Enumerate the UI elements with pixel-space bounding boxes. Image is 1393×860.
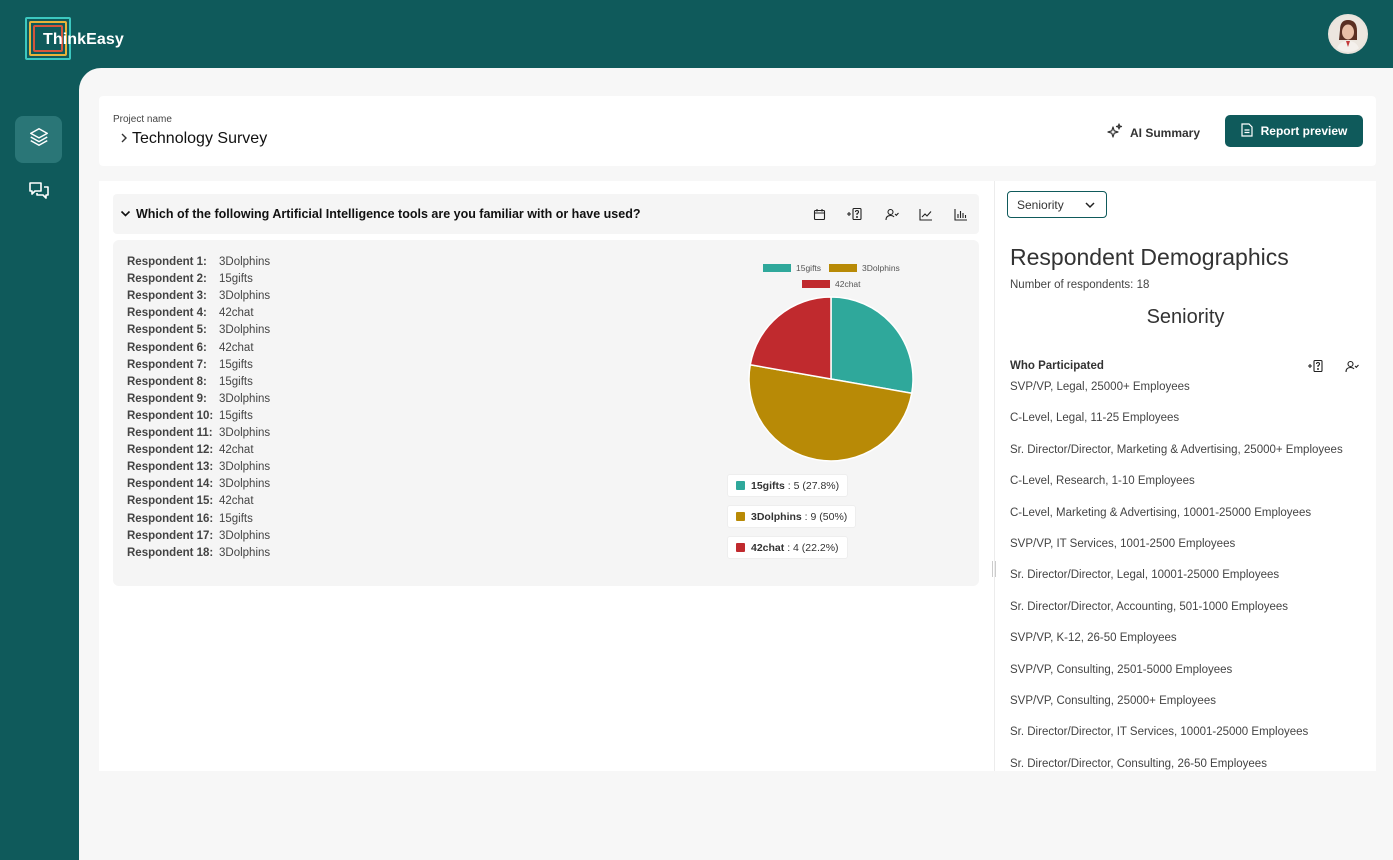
pie-chart bbox=[748, 296, 914, 462]
participant-item: C-Level, Research, 1-10 Employees bbox=[1010, 475, 1195, 488]
ai-summary-button[interactable]: AI Summary bbox=[1107, 123, 1200, 142]
data-label-name: 15gifts bbox=[751, 479, 785, 492]
question-content: Which of the following Artificial Intell… bbox=[99, 181, 1376, 771]
data-label-name: 42chat bbox=[751, 541, 785, 554]
data-label-value: : 5 (27.8%) bbox=[784, 479, 840, 492]
demographic-select[interactable]: Seniority bbox=[1007, 191, 1107, 218]
report-preview-button[interactable]: Report preview bbox=[1225, 115, 1363, 147]
data-label-name: 3Dolphins bbox=[751, 510, 802, 523]
legend-swatch bbox=[763, 264, 791, 272]
participant-item: SVP/VP, Legal, 25000+ Employees bbox=[1010, 381, 1190, 393]
calendar-icon[interactable] bbox=[811, 206, 827, 222]
resize-handle[interactable] bbox=[992, 561, 996, 577]
layers-icon bbox=[28, 126, 50, 153]
chat-icon bbox=[27, 179, 51, 208]
participant-item: SVP/VP, Consulting, 2501-5000 Employees bbox=[1010, 663, 1233, 676]
sidebar-item-projects[interactable] bbox=[15, 116, 62, 163]
project-label: Project name bbox=[113, 114, 172, 125]
add-question-icon[interactable] bbox=[846, 206, 862, 222]
participant-item: Sr. Director/Director, IT Services, 1000… bbox=[1010, 726, 1309, 739]
sparkles-icon bbox=[1107, 123, 1123, 142]
data-label-swatch bbox=[736, 543, 745, 552]
participant-item: Sr. Director/Director, Marketing & Adver… bbox=[1010, 443, 1343, 456]
participant-item: SVP/VP, Consulting, 25000+ Employees bbox=[1010, 694, 1216, 707]
data-label-value: : 4 (22.2%) bbox=[784, 541, 839, 554]
ai-summary-label: AI Summary bbox=[1130, 125, 1201, 140]
data-label-3dolphins: 3Dolphins : 9 (50%) bbox=[727, 505, 857, 528]
pie-slice-42chat[interactable] bbox=[749, 296, 832, 380]
legend-swatch bbox=[802, 280, 830, 288]
legend-item-15gifts: 15gifts bbox=[763, 263, 821, 273]
data-label-swatch bbox=[736, 512, 745, 521]
participant-item: Sr. Director/Director, Legal, 10001-2500… bbox=[1010, 569, 1280, 582]
who-participated-label: Who Participated bbox=[1010, 360, 1104, 372]
data-label-swatch bbox=[736, 481, 745, 490]
data-label-value: : 9 (50%) bbox=[801, 510, 848, 523]
legend-label: 15gifts bbox=[796, 263, 822, 273]
participant-item: Sr. Director/Director, Consulting, 26-50… bbox=[1010, 757, 1267, 770]
demographics-title: Respondent Demographics bbox=[1010, 244, 1289, 270]
document-icon bbox=[1241, 122, 1253, 140]
data-label-15gifts: 15gifts : 5 (27.8%) bbox=[727, 474, 849, 497]
respondent-count: Number of respondents: 18 bbox=[1010, 279, 1150, 291]
demographics-subtitle: Seniority bbox=[1146, 306, 1225, 328]
legend-item-42chat: 42chat bbox=[802, 279, 861, 289]
chevron-down-icon bbox=[1084, 199, 1096, 214]
question-header[interactable]: Which of the following Artificial Intell… bbox=[113, 194, 979, 234]
legend-label: 3Dolphins bbox=[862, 263, 900, 273]
select-value: Seniority bbox=[1017, 197, 1064, 212]
chevron-down-icon[interactable] bbox=[120, 206, 131, 224]
user-check-icon[interactable] bbox=[884, 206, 900, 222]
participant-list[interactable]: SVP/VP, Legal, 25000+ Employees C-Level, … bbox=[1010, 381, 1375, 771]
avatar[interactable] bbox=[1328, 14, 1368, 54]
bar-chart-icon[interactable] bbox=[953, 206, 969, 222]
project-header: Project name Technology Survey AI Summar… bbox=[99, 96, 1376, 166]
chevron-right-icon[interactable] bbox=[120, 131, 128, 146]
responses-panel: Respondent 1: 3Dolphins Respondent 2: 15gif… bbox=[113, 240, 979, 586]
pie-slice-15gifts[interactable] bbox=[830, 296, 914, 395]
sidebar-item-messages[interactable] bbox=[15, 170, 62, 217]
app-name: ThinkEasy bbox=[43, 31, 124, 48]
participant-item: Sr. Director/Director, Accounting, 501-1… bbox=[1010, 600, 1289, 613]
report-preview-label: Report preview bbox=[1260, 124, 1348, 138]
question-title: Which of the following Artificial Intell… bbox=[136, 207, 641, 221]
participant-item: SVP/VP, IT Services, 1001-2500 Employees bbox=[1010, 537, 1236, 550]
user-check-icon[interactable] bbox=[1344, 358, 1360, 374]
participant-item: C-Level, Marketing & Advertising, 10001-… bbox=[1010, 506, 1312, 519]
add-question-icon[interactable] bbox=[1307, 358, 1323, 374]
legend-item-3dolphins: 3Dolphins bbox=[829, 263, 900, 273]
data-label-42chat: 42chat : 4 (22.2%) bbox=[727, 536, 848, 559]
legend-label: 42chat bbox=[835, 279, 861, 289]
participant-item: C-Level, Legal, 11-25 Employees bbox=[1010, 412, 1180, 425]
panel-divider bbox=[994, 181, 995, 771]
line-chart-icon[interactable] bbox=[918, 206, 934, 222]
project-name[interactable]: Technology Survey bbox=[132, 130, 267, 148]
main-content: Project name Technology Survey AI Summar… bbox=[79, 68, 1393, 860]
participant-item: SVP/VP, K-12, 26-50 Employees bbox=[1010, 632, 1177, 645]
legend-swatch bbox=[829, 264, 857, 272]
